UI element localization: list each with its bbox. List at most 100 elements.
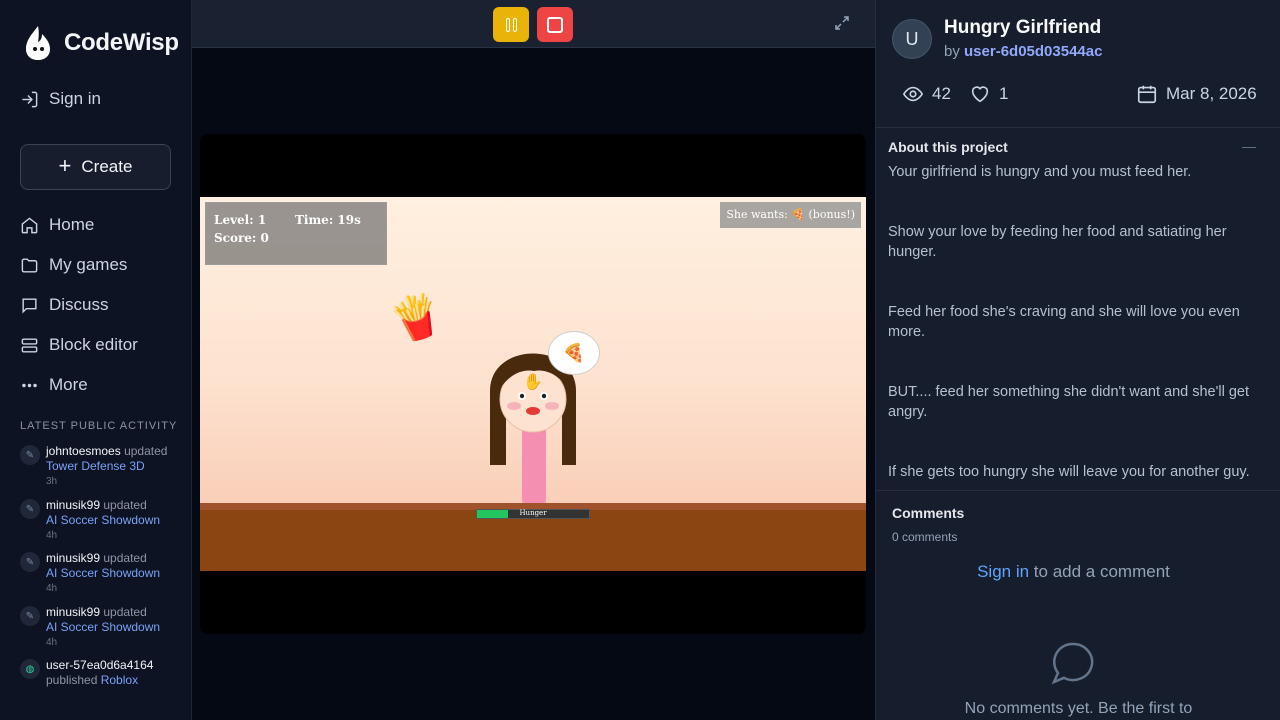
nav-home-label: Home <box>49 215 95 234</box>
plus-icon: + <box>58 153 72 178</box>
activity-project-link[interactable]: Tower Defense 3D <box>46 459 185 474</box>
thought-bubble: 🍕 <box>548 331 600 375</box>
nav-more[interactable]: More <box>20 375 88 395</box>
activity-user[interactable]: johntoesmoes <box>46 444 121 458</box>
comment-sign-in-link[interactable]: Sign in <box>977 562 1029 581</box>
nav-my-games-label: My games <box>49 255 128 274</box>
blocks-icon <box>21 337 38 353</box>
date-stat: Mar 8, 2026 <box>1136 83 1257 105</box>
activity-project-link[interactable]: AI Soccer Showdown <box>46 513 185 528</box>
activity-time: 4h <box>46 583 58 594</box>
activity-item: ✎ minusik99 updated AI Soccer Showdown 4… <box>20 605 185 650</box>
like-button[interactable]: 1 <box>969 83 1008 105</box>
author-link[interactable]: user-6d05d03544ac <box>964 43 1102 60</box>
description-paragraph: BUT.... feed her something she didn't wa… <box>888 384 1249 420</box>
pencil-icon: ✎ <box>20 499 40 519</box>
activity-project-link[interactable]: AI Soccer Showdown <box>46 566 185 581</box>
nav-my-games[interactable]: My games <box>20 255 127 275</box>
nav-discuss[interactable]: Discuss <box>20 295 109 315</box>
activity-verb: updated <box>103 605 147 619</box>
create-label: Create <box>81 157 133 176</box>
more-icon <box>22 383 37 387</box>
by-label: by <box>944 43 960 60</box>
activity-time: 4h <box>46 530 58 541</box>
description-paragraph: Feed her food she's craving and she will… <box>888 304 1240 340</box>
activity-verb: published <box>46 673 98 687</box>
description-paragraph: Show your love by feeding her food and s… <box>888 224 1227 260</box>
home-icon <box>21 216 38 233</box>
activity-verb: updated <box>103 551 147 565</box>
author-avatar[interactable]: U <box>892 19 932 59</box>
pause-icon <box>505 17 517 32</box>
calendar-icon <box>1137 85 1157 104</box>
hunger-bar: Hunger <box>476 509 590 519</box>
comment-signin-suffix: to add a comment <box>1029 562 1170 581</box>
project-panel: U Hungry Girlfriend by user-6d05d03544ac… <box>875 0 1280 720</box>
activity-verb: updated <box>124 444 168 458</box>
activity-item: ✎ minusik99 updated AI Soccer Showdown 4… <box>20 498 185 543</box>
comments-count: 0 comments <box>892 530 958 544</box>
fullscreen-icon[interactable] <box>834 15 850 31</box>
nav-more-label: More <box>49 375 88 394</box>
likes-count: 1 <box>999 84 1009 103</box>
stop-button[interactable] <box>537 7 573 42</box>
eye-icon <box>902 86 924 102</box>
views-count: 42 <box>932 84 951 103</box>
project-byline: by user-6d05d03544ac <box>944 43 1102 60</box>
activity-project-link[interactable]: AI Soccer Showdown <box>46 620 185 635</box>
chat-icon <box>22 297 37 314</box>
activity-user[interactable]: minusik99 <box>46 498 100 512</box>
nav-discuss-label: Discuss <box>49 295 109 314</box>
nav-block-editor[interactable]: Block editor <box>20 335 138 355</box>
player-toolbar <box>192 0 875 48</box>
divider <box>876 490 1280 491</box>
sign-in-icon <box>22 91 38 107</box>
activity-item: ✎ minusik99 updated AI Soccer Showdown 4… <box>20 551 185 596</box>
description-paragraph: If she gets too hungry she will leave yo… <box>888 464 1250 480</box>
project-date: Mar 8, 2026 <box>1166 84 1257 103</box>
activity-time: 3h <box>46 476 58 487</box>
comments-heading: Comments <box>892 505 965 521</box>
pencil-icon: ✎ <box>20 606 40 626</box>
divider <box>876 127 1280 128</box>
activity-user[interactable]: user-57ea0d6a4164 <box>46 658 153 672</box>
speech-bubble-icon <box>1051 642 1094 685</box>
craving-indicator: She wants: 🍕 (bonus!) <box>720 202 861 228</box>
create-button[interactable]: + Create <box>20 144 171 190</box>
game-canvas[interactable]: Level: 1 Time: 19s Score: 0 She wants: 🍕… <box>200 197 866 571</box>
globe-icon: ◍ <box>20 659 40 679</box>
activity-item: ◍ user-57ea0d6a4164 published Roblox <box>20 658 185 688</box>
hud-time: Time: 19s <box>295 213 361 227</box>
comment-signin-prompt: Sign in to add a comment <box>876 562 1271 582</box>
activity-project-link[interactable]: Roblox <box>101 673 138 687</box>
pencil-icon: ✎ <box>20 552 40 572</box>
pause-button[interactable] <box>493 7 529 42</box>
falling-fries-food[interactable]: 🍟 <box>384 287 449 350</box>
sign-in-link[interactable]: Sign in <box>20 89 101 109</box>
description-paragraph: Your girlfriend is hungry and you must f… <box>888 164 1192 180</box>
hunger-label: Hunger <box>519 509 547 517</box>
stop-icon <box>547 16 563 33</box>
folder-icon <box>21 257 38 273</box>
pencil-icon: ✎ <box>20 445 40 465</box>
nav-block-editor-label: Block editor <box>49 335 138 354</box>
no-comments-message: No comments yet. Be the first to <box>964 700 1193 717</box>
collapse-icon[interactable]: — <box>1242 138 1256 154</box>
activity-user[interactable]: minusik99 <box>46 551 100 565</box>
game-canvas-frame[interactable]: Level: 1 Time: 19s Score: 0 She wants: 🍕… <box>200 134 866 634</box>
wisp-logo-icon <box>26 26 50 60</box>
views-stat: 42 <box>902 83 951 105</box>
nav-home[interactable]: Home <box>20 215 94 235</box>
project-title: Hungry Girlfriend <box>944 17 1102 38</box>
sidebar: CodeWisp Sign in + Create Home My games … <box>0 0 192 720</box>
activity-user[interactable]: minusik99 <box>46 605 100 619</box>
svg-text:✋: ✋ <box>523 372 543 391</box>
activity-heading: Latest public activity <box>20 420 178 432</box>
heart-icon <box>971 86 989 103</box>
activity-item: ✎ johntoesmoes updated Tower Defense 3D … <box>20 444 185 489</box>
game-hud: Level: 1 Time: 19s Score: 0 <box>205 202 387 265</box>
logo[interactable]: CodeWisp <box>22 24 179 62</box>
about-heading: About this project <box>888 139 1008 155</box>
brand-name: CodeWisp <box>64 29 179 56</box>
hud-score: Score: 0 <box>214 231 269 245</box>
